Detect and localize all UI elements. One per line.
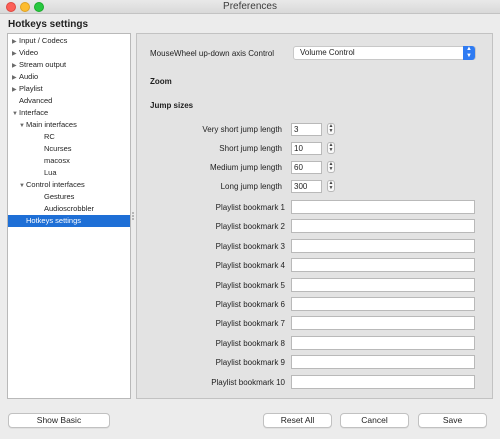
jump-length-label: Short jump length [219,144,282,153]
tree-item[interactable]: ▶ Audio [8,71,130,83]
tree-item-label: RC [44,132,55,141]
tree-item[interactable]: macosx [8,155,130,167]
jump-length-input[interactable]: 3 [291,123,322,136]
zoom-section-title: Zoom [150,77,172,86]
tree-item-label: Hotkeys settings [26,216,82,225]
tree-item[interactable]: Gestures [8,191,130,203]
jump-length-stepper[interactable]: ▲ ▼ [327,142,335,154]
splitter-handle[interactable] [132,212,135,220]
jump-length-stepper[interactable]: ▲ ▼ [327,161,335,173]
playlist-bookmark-label: Playlist bookmark 8 [215,338,285,348]
tree-item-label: Lua [44,168,57,177]
playlist-bookmark-input[interactable] [291,355,475,370]
playlist-bookmark-input[interactable] [291,219,475,234]
tree-item[interactable]: ▶ Playlist [8,83,130,95]
save-button[interactable]: Save [418,413,487,428]
playlist-bookmark-input[interactable] [291,297,475,311]
playlist-bookmark-input[interactable] [291,277,475,292]
jump-length-label: Medium jump length [209,163,282,172]
jump-length-input[interactable]: 300 [291,180,322,193]
tree-item-label: Audio [19,72,39,81]
tree-item-label: macosx [44,156,70,165]
playlist-bookmark-input[interactable] [291,316,475,331]
mousewheel-value: Volume Control [300,48,355,57]
reset-all-button[interactable]: Reset All [263,413,332,428]
playlist-bookmark-input[interactable] [291,258,475,273]
tree-item[interactable]: RC [8,131,130,143]
playlist-bookmark-label: Playlist bookmark 2 [215,222,285,232]
jump-length-stepper[interactable]: ▲ ▼ [327,180,335,192]
cancel-button[interactable]: Cancel [340,413,409,428]
playlist-bookmark-label: Playlist bookmark 1 [215,203,285,212]
mousewheel-label: MouseWheel up-down axis Control [150,49,275,58]
panel-heading: Hotkeys settings [8,19,89,30]
tree-item-label: Input / Codecs [19,36,68,45]
playlist-bookmark-input[interactable] [291,238,475,253]
tree-item[interactable]: Ncurses [8,143,130,155]
jump-length-label: Very short jump length [202,125,282,134]
show-basic-button[interactable]: Show Basic [8,413,110,428]
settings-panel: MouseWheel up-down axis Control Volume C… [136,33,493,399]
tree-item-label: Video [19,48,39,57]
tree-item-label: Audioscrobbler [44,204,95,213]
select-chevron-icon: ▲ ▼ [463,46,475,60]
jump-length-stepper[interactable]: ▲ ▼ [327,123,335,135]
title-bar: Preferences [0,0,500,14]
tree-item[interactable]: Hotkeys settings [8,215,130,227]
tree-item-label: Interface [19,108,49,117]
jump-length-label: Long jump length [220,182,282,191]
tree-item-label: Control interfaces [26,180,85,189]
playlist-bookmark-input[interactable] [291,200,475,214]
tree-item-label: Advanced [19,96,53,105]
playlist-bookmark-label: Playlist bookmark 7 [215,319,285,329]
jump-length-input[interactable]: 60 [291,161,322,174]
tree-item-label: Main interfaces [26,120,77,129]
playlist-bookmark-input[interactable] [291,335,475,350]
jump-length-input[interactable]: 10 [291,142,322,155]
mousewheel-select[interactable]: Volume Control ▲ ▼ [293,46,476,60]
tree-item-label: Ncurses [44,144,72,153]
tree-item[interactable]: Advanced [8,95,130,107]
playlist-bookmark-label: Playlist bookmark 10 [211,377,285,387]
tree-item[interactable]: Audioscrobbler [8,203,130,215]
tree-item[interactable]: ▼Control interfaces [8,179,130,191]
tree-item[interactable]: ▼Main interfaces [8,119,130,131]
playlist-bookmark-label: Playlist bookmark 3 [215,241,285,251]
tree-item-label: Playlist [19,84,43,93]
playlist-bookmark-label: Playlist bookmark 6 [215,300,285,309]
playlist-bookmark-label: Playlist bookmark 5 [215,280,285,290]
playlist-bookmark-input[interactable] [291,374,475,389]
window-title: Preferences [223,1,277,12]
preferences-tree[interactable]: ▶ Input / Codecs ▶ Video ▶ Stream output ▶ Audi… [7,33,131,399]
tree-item[interactable]: ▼Interface [8,107,130,119]
jump-sizes-section-title: Jump sizes [150,101,194,110]
playlist-bookmark-label: Playlist bookmark 9 [215,358,285,368]
tree-item[interactable]: ▶ Input / Codecs [8,35,130,47]
tree-item[interactable]: Lua [8,167,130,179]
tree-item[interactable]: ▶ Stream output [8,59,130,71]
tree-item-label: Gestures [44,192,75,201]
playlist-bookmark-label: Playlist bookmark 4 [215,261,285,271]
tree-item[interactable]: ▶ Video [8,47,130,59]
tree-item-label: Stream output [19,60,67,69]
